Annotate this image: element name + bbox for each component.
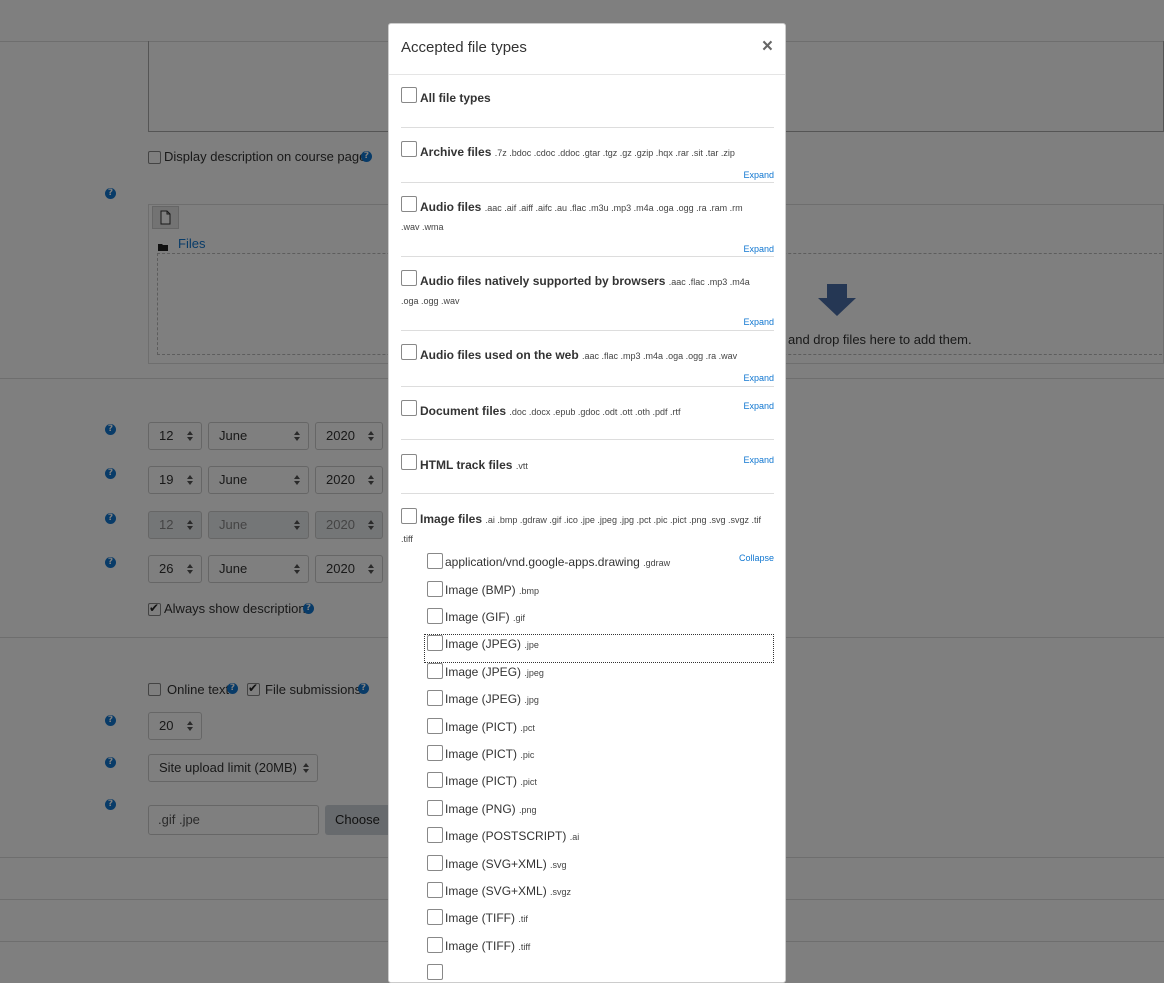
type-extension: .jpe — [524, 640, 539, 650]
group-extensions: .doc .docx .epub .gdoc .odt .ott .oth .p… — [509, 407, 681, 417]
image-type-item[interactable]: Image (JPEG) .jpe — [424, 634, 774, 663]
type-checkbox[interactable] — [427, 937, 443, 953]
image-type-item[interactable]: Image (PICT) .pct — [425, 718, 773, 744]
type-checkbox[interactable] — [427, 855, 443, 871]
type-name: Image (JPEG) — [445, 665, 522, 679]
type-checkbox[interactable] — [427, 964, 443, 980]
expand-link[interactable]: Expand — [743, 401, 774, 411]
type-extension: .gdraw — [643, 558, 671, 568]
group-label: Audio files used on the web — [420, 348, 579, 362]
image-type-item[interactable]: application/vnd.google-apps.drawing .gdr… — [425, 553, 773, 579]
image-type-item[interactable]: Image (PICT) .pic — [425, 745, 773, 771]
type-name: Image (POSTSCRIPT) — [445, 829, 567, 843]
type-extension: .svg — [550, 860, 567, 870]
accepted-file-types-dialog: Accepted file types × All file types Arc… — [388, 23, 786, 983]
image-type-item[interactable]: Image (GIF) .gif — [425, 608, 773, 634]
image-type-item[interactable]: Image (TIFF) .tif — [425, 909, 773, 935]
expand-link[interactable]: Expand — [743, 170, 774, 180]
image-type-item[interactable]: Image (SVG+XML) .svg — [425, 855, 773, 881]
group-extensions: .7z .bdoc .cdoc .ddoc .gtar .tgz .gz .gz… — [494, 148, 735, 158]
group-extensions: .vtt — [515, 461, 528, 471]
image-type-item[interactable]: Image (POSTSCRIPT) .ai — [425, 827, 773, 853]
close-icon[interactable]: × — [762, 37, 773, 57]
type-name: Image (JPEG) — [445, 692, 522, 706]
group-label: Image files — [420, 512, 483, 526]
type-name: Image (TIFF) — [445, 939, 516, 953]
type-checkbox[interactable] — [427, 745, 443, 761]
group-label: Audio files — [420, 200, 482, 214]
type-extension: .jpeg — [524, 668, 544, 678]
type-name: Image (JPEG) — [445, 637, 522, 651]
type-checkbox[interactable] — [427, 882, 443, 898]
type-name: Image (SVG+XML) — [445, 884, 547, 898]
type-checkbox[interactable] — [427, 663, 443, 679]
group-checkbox[interactable] — [401, 141, 417, 157]
type-name: Image (PICT) — [445, 774, 518, 788]
group-audio-web: Audio files used on the web .aac .flac .… — [401, 331, 774, 387]
all-file-types-group: All file types — [401, 74, 774, 128]
type-name: Image (PICT) — [445, 720, 518, 734]
type-checkbox[interactable] — [427, 909, 443, 925]
image-type-item[interactable]: Image (JPEG) .jpg — [425, 690, 773, 716]
group-document-files: Document files .doc .docx .epub .gdoc .o… — [401, 387, 774, 440]
type-name: Image (SVG+XML) — [445, 857, 547, 871]
type-extension: .tif — [518, 914, 528, 924]
image-type-item[interactable]: Image (JPEG) .jpeg — [425, 663, 773, 689]
type-extension: .gif — [513, 613, 526, 623]
type-extension: .pic — [520, 750, 535, 760]
type-checkbox[interactable] — [427, 772, 443, 788]
group-archive-files: Archive files .7z .bdoc .cdoc .ddoc .gta… — [401, 128, 774, 183]
type-extension: .jpg — [524, 695, 539, 705]
image-type-item[interactable]: Image (TIFF) .tiff — [425, 937, 773, 963]
group-extensions: .aac .flac .mp3 .m4a .oga .ogg .ra .wav — [582, 351, 738, 361]
type-extension: .ai — [569, 832, 580, 842]
type-extension: .svgz — [550, 887, 572, 897]
type-checkbox[interactable] — [427, 718, 443, 734]
type-checkbox[interactable] — [427, 581, 443, 597]
group-label: Archive files — [420, 145, 492, 159]
type-name: Image (PICT) — [445, 747, 518, 761]
type-extension: .tiff — [518, 942, 531, 952]
all-file-types-checkbox[interactable] — [401, 87, 417, 103]
expand-link[interactable]: Expand — [743, 244, 774, 254]
expand-link[interactable]: Expand — [743, 317, 774, 327]
group-label: Audio files natively supported by browse… — [420, 274, 666, 288]
type-checkbox[interactable] — [427, 690, 443, 706]
type-name: Image (BMP) — [445, 583, 516, 597]
image-type-item[interactable]: Image (BMP) .bmp — [425, 581, 773, 607]
type-checkbox[interactable] — [427, 827, 443, 843]
type-extension: .bmp — [519, 586, 540, 596]
type-name: Image (PNG) — [445, 802, 516, 816]
group-audio-native: Audio files natively supported by browse… — [401, 257, 774, 331]
image-type-item[interactable]: Image (PNG) .png — [425, 800, 773, 826]
type-checkbox[interactable] — [427, 800, 443, 816]
type-name: Image (TIFF) — [445, 911, 516, 925]
expand-link[interactable]: Expand — [743, 455, 774, 465]
type-name: Image (GIF) — [445, 610, 510, 624]
group-checkbox[interactable] — [401, 454, 417, 470]
image-type-item[interactable] — [425, 964, 773, 982]
modal-header: Accepted file types × — [389, 24, 785, 75]
group-checkbox[interactable] — [401, 344, 417, 360]
type-checkbox[interactable] — [427, 608, 443, 624]
image-type-item[interactable]: Image (PICT) .pict — [425, 772, 773, 798]
type-extension: .pct — [520, 723, 535, 733]
group-html-track-files: HTML track files .vtt Expand — [401, 440, 774, 494]
type-checkbox[interactable] — [427, 635, 443, 651]
type-name: application/vnd.google-apps.drawing — [445, 555, 640, 569]
type-checkbox[interactable] — [427, 553, 443, 569]
group-label: All file types — [420, 91, 491, 105]
expand-link[interactable]: Expand — [743, 373, 774, 383]
modal-title: Accepted file types — [401, 39, 527, 56]
group-checkbox[interactable] — [401, 400, 417, 416]
image-type-item[interactable]: Image (SVG+XML) .svgz — [425, 882, 773, 908]
group-label: HTML track files — [420, 458, 513, 472]
type-extension: .png — [519, 805, 537, 815]
group-audio-files: Audio files .aac .aif .aiff .aifc .au .f… — [401, 183, 774, 257]
type-extension: .pict — [520, 777, 537, 787]
group-label: Document files — [420, 404, 507, 418]
